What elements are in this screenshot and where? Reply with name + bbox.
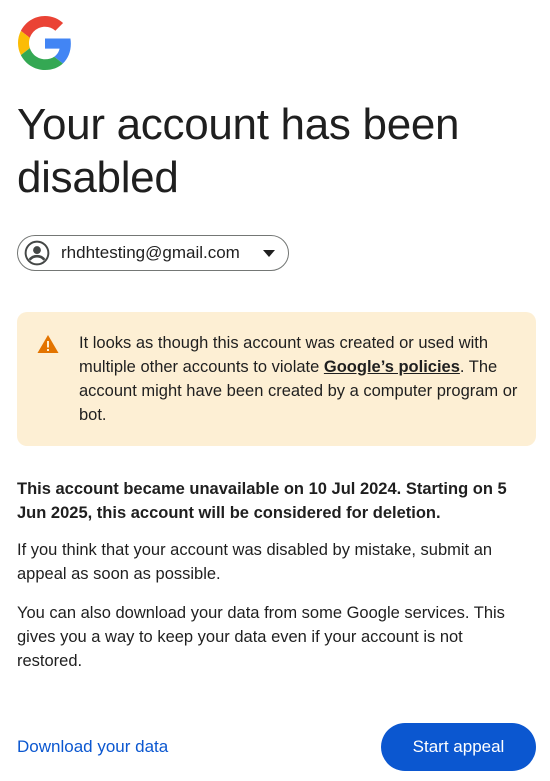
google-logo-icon: [18, 16, 72, 70]
appeal-instructions: If you think that your account was disab…: [17, 541, 493, 583]
google-policies-link[interactable]: Google’s policies: [324, 358, 460, 376]
download-instructions: You can also download your data from som…: [17, 604, 505, 670]
account-email: rhdhtesting@gmail.com: [61, 243, 240, 262]
warning-banner: It looks as though this account was crea…: [17, 312, 536, 446]
download-data-link[interactable]: Download your data: [17, 735, 168, 759]
disabled-account-page: Your account has been disabled rhdhtesti…: [0, 0, 550, 781]
start-appeal-button[interactable]: Start appeal: [381, 723, 536, 771]
account-circle-icon: [24, 240, 50, 266]
warning-message: It looks as though this account was crea…: [79, 331, 521, 427]
account-chooser[interactable]: rhdhtesting@gmail.com: [17, 235, 289, 271]
chevron-down-icon[interactable]: [262, 246, 276, 260]
deletion-notice: This account became unavailable on 10 Ju…: [17, 480, 507, 522]
page-title: Your account has been disabled: [17, 100, 460, 202]
warning-triangle-icon: [37, 334, 59, 354]
